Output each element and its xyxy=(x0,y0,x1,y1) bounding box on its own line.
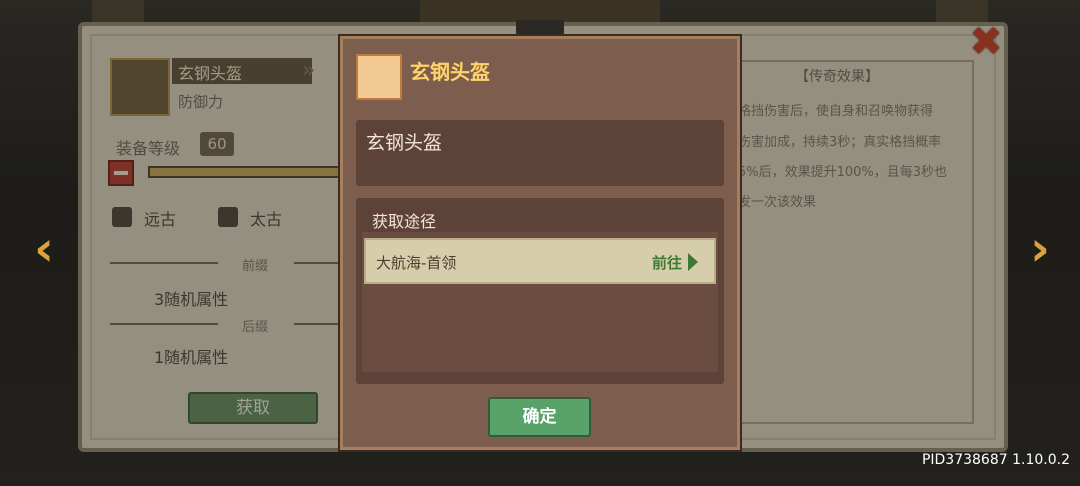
source-text: 大航海-首领 xyxy=(376,254,457,272)
top-decoration-left xyxy=(92,0,144,24)
go-link[interactable]: 前往 xyxy=(652,252,682,273)
modal-item-name: 玄钢头盔 xyxy=(366,132,443,154)
prev-arrow-icon[interactable]: ‹ xyxy=(24,224,64,274)
source-label: 获取途径 xyxy=(372,212,437,231)
confirm-button[interactable]: 确定 xyxy=(488,397,591,437)
helmet-icon xyxy=(356,54,402,100)
modal-title: 玄钢头盔 xyxy=(410,60,490,84)
play-arrow-icon[interactable] xyxy=(688,253,698,271)
next-arrow-icon[interactable]: › xyxy=(1020,224,1060,274)
build-id: PID3738687 1.10.0.2 xyxy=(921,452,1070,468)
